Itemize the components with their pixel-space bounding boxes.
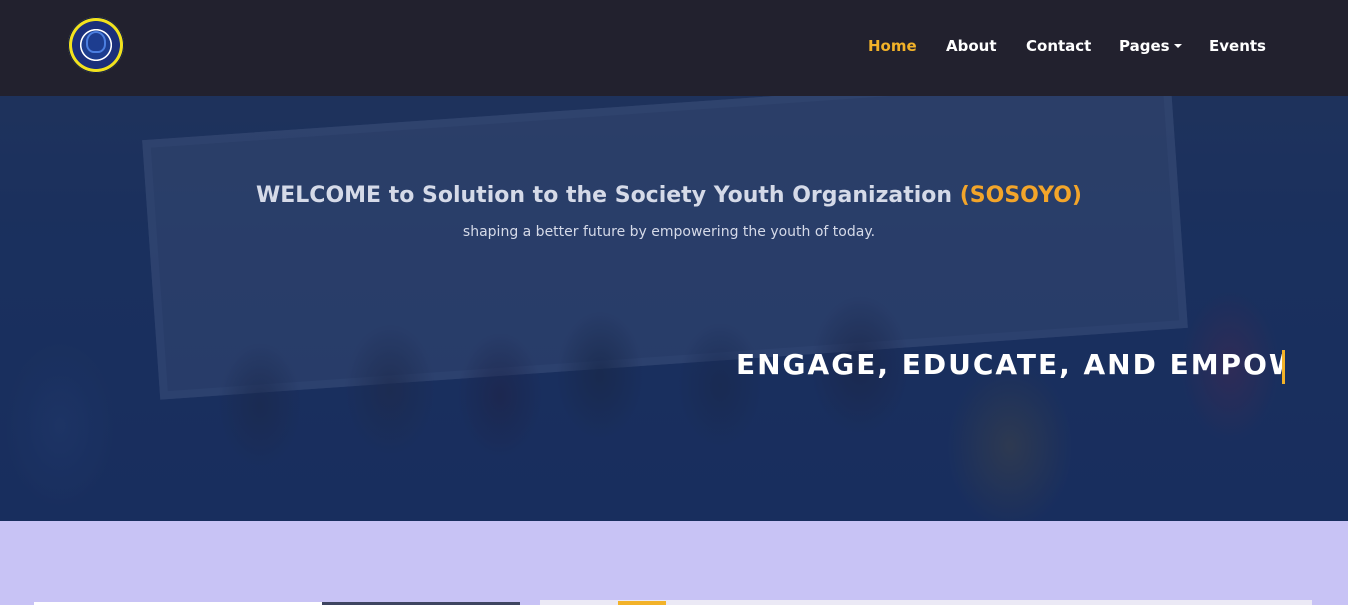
nav-events-link[interactable]: Events [1209, 37, 1266, 55]
content-section [0, 521, 1348, 605]
hero-title: WELCOME to Solution to the Society Youth… [0, 183, 1338, 208]
hero-subtitle: shaping a better future by empowering th… [462, 224, 876, 240]
hero-section: WELCOME to Solution to the Society Youth… [0, 96, 1348, 521]
hero-title-accent: (SOSOYO) [959, 183, 1082, 208]
caret-down-icon [1173, 44, 1182, 48]
nav-about-link[interactable]: About [946, 37, 997, 55]
navbar: Home About Contact Pages Events [0, 0, 1348, 96]
nav-pages-label: Pages [1119, 37, 1170, 55]
panel-accent-bar [618, 601, 666, 605]
typing-cursor [1282, 350, 1285, 384]
hero-overlay [0, 96, 1348, 521]
hero-title-text: WELCOME to Solution to the Society Youth… [255, 183, 960, 208]
main-nav: Home About Contact Pages Events [0, 37, 1348, 59]
nav-contact-link[interactable]: Contact [1026, 37, 1091, 55]
nav-home-link[interactable]: Home [868, 37, 917, 55]
nav-pages-dropdown[interactable]: Pages [1119, 37, 1182, 55]
hero-typing-text: ENGAGE, EDUCATE, AND EMPOWE [736, 348, 1284, 381]
